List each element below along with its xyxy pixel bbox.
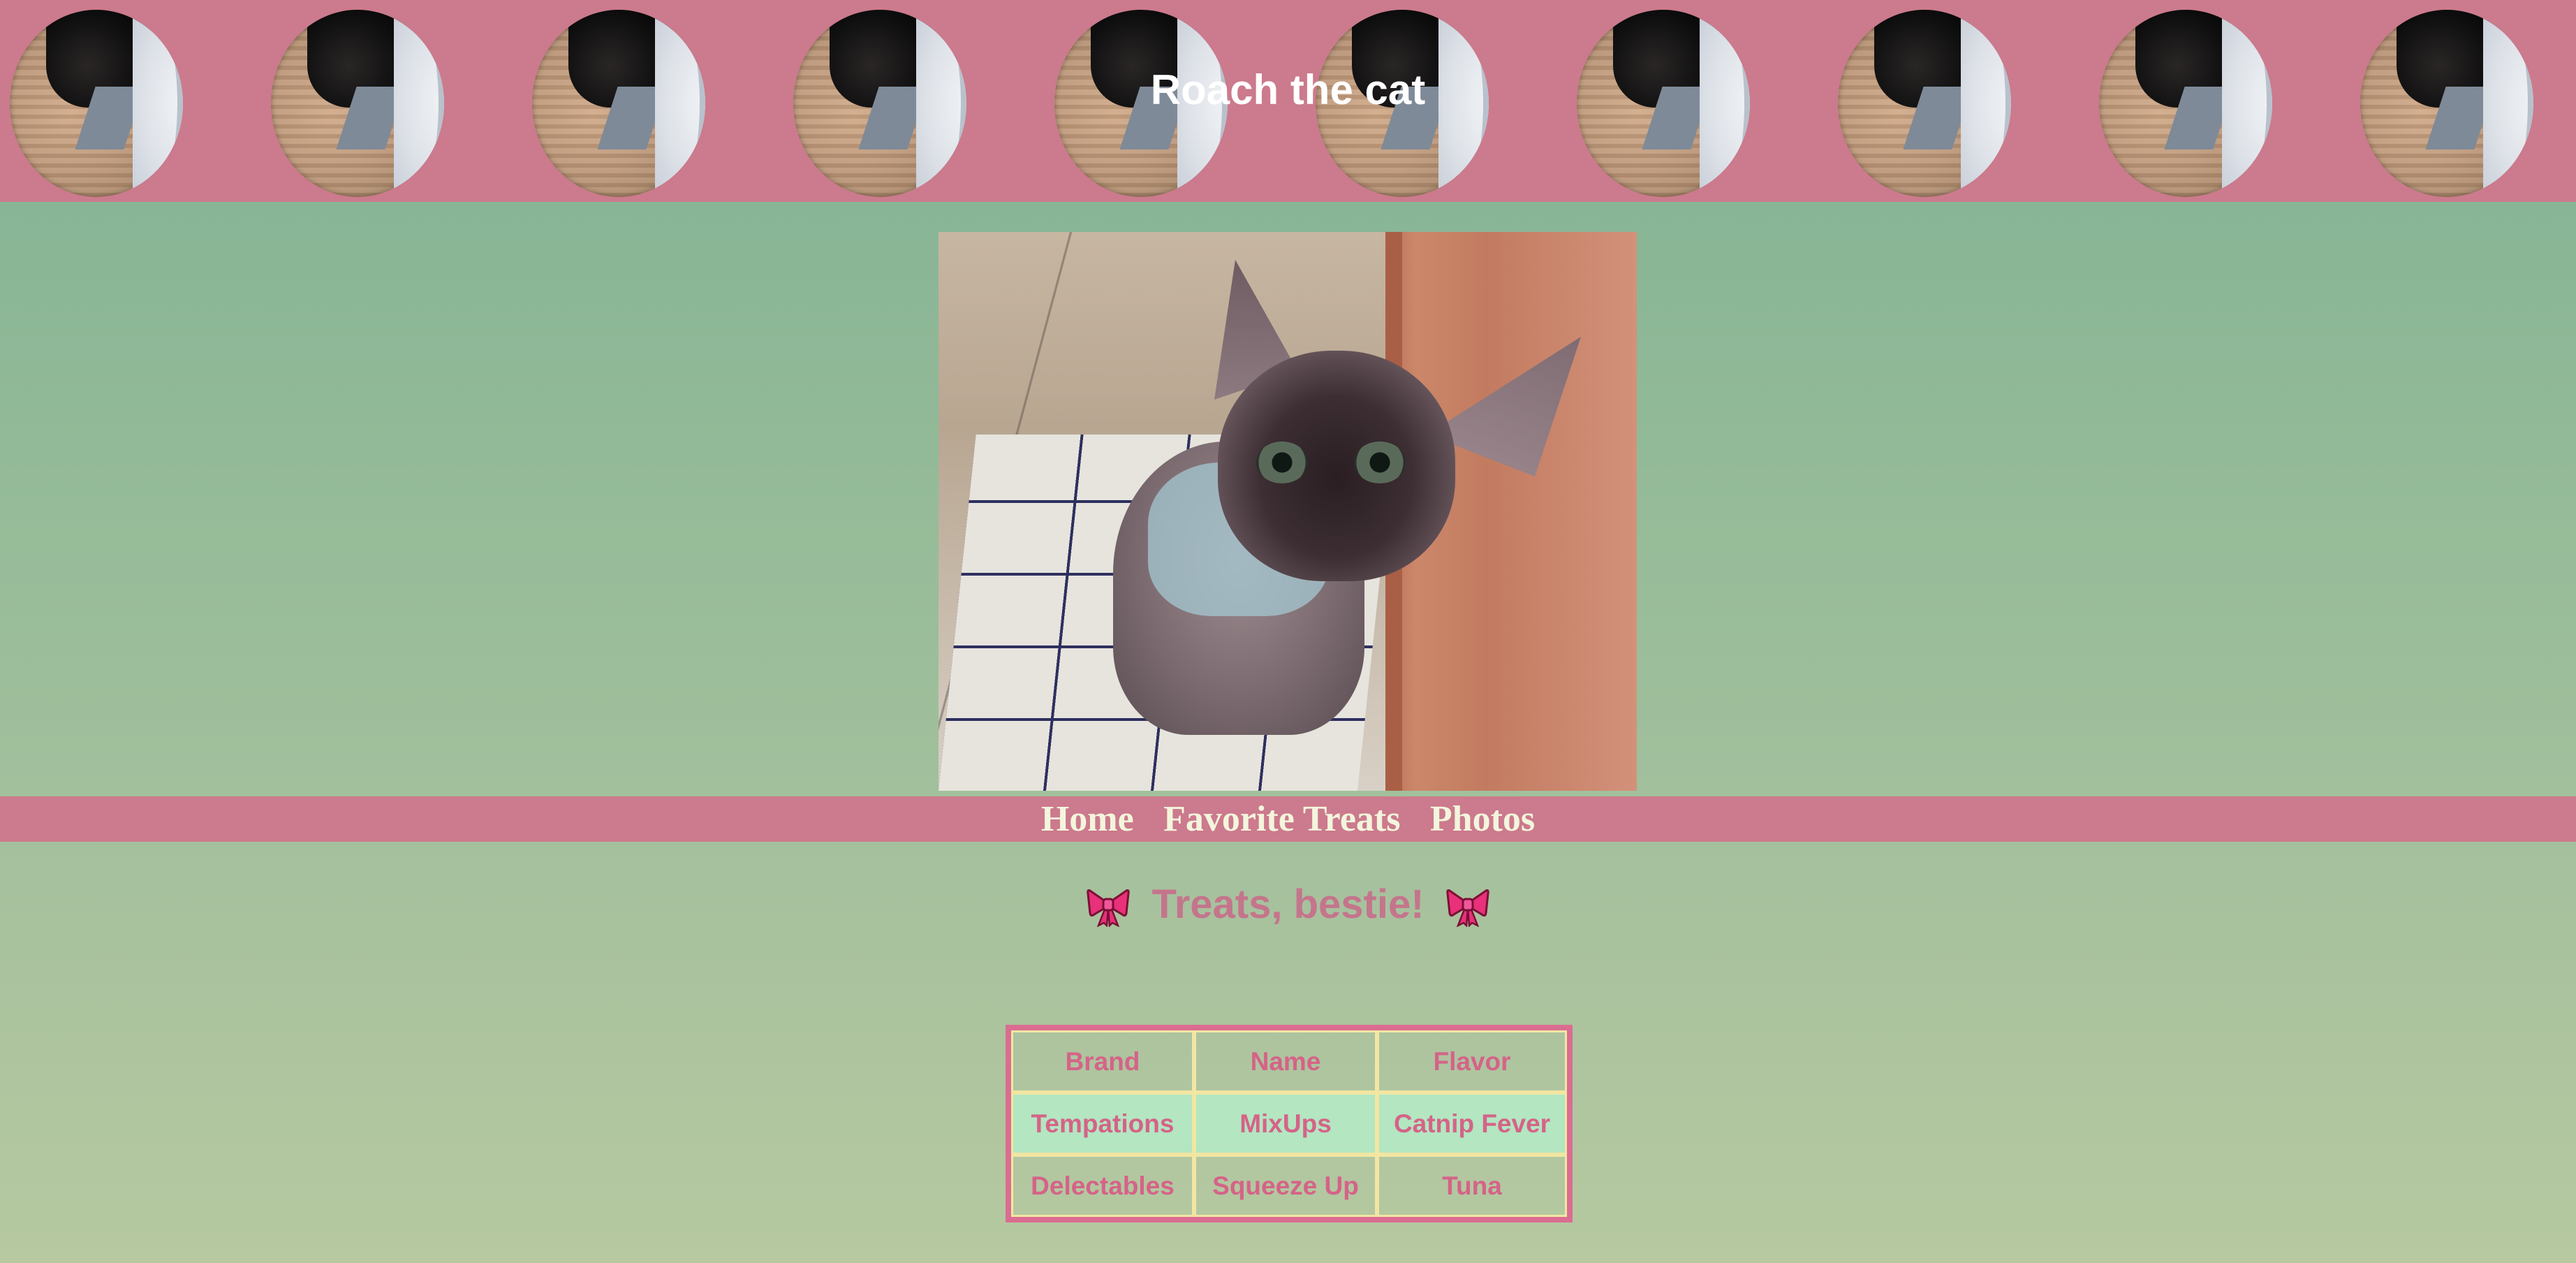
- heading-text: Treats, bestie!: [1151, 882, 1425, 927]
- table-cell: MixUps: [1194, 1093, 1377, 1155]
- table-cell: Delectables: [1011, 1155, 1194, 1217]
- site-title: Roach the cat: [1150, 66, 1426, 113]
- table-cell: Tuna: [1377, 1155, 1567, 1217]
- nav-bar: Home Favorite Treats Photos: [0, 796, 2576, 842]
- treats-table: Brand Name Flavor Tempations MixUps Catn…: [1006, 1025, 1573, 1222]
- table-row: Delectables Squeeze Up Tuna: [1011, 1155, 1567, 1217]
- nav-link-favorite-treats[interactable]: Favorite Treats: [1163, 796, 1400, 842]
- table-header-cell: Brand: [1011, 1030, 1194, 1093]
- cat-photo: [939, 232, 1637, 791]
- nav-link-photos[interactable]: Photos: [1430, 796, 1535, 842]
- table-header-cell: Name: [1194, 1030, 1377, 1093]
- table-cell: Tempations: [1011, 1093, 1194, 1155]
- ribbon-bow-icon: [1445, 889, 1489, 927]
- table-header-cell: Flavor: [1377, 1030, 1567, 1093]
- page-heading: Treats, bestie!: [0, 877, 2576, 933]
- header-banner: Roach the cat: [0, 0, 2576, 202]
- table-cell: Squeeze Up: [1194, 1155, 1377, 1217]
- nav-link-home[interactable]: Home: [1041, 796, 1134, 842]
- table-row: Tempations MixUps Catnip Fever: [1011, 1093, 1567, 1155]
- table-header-row: Brand Name Flavor: [1011, 1030, 1567, 1093]
- table-cell: Catnip Fever: [1377, 1093, 1567, 1155]
- ribbon-bow-icon: [1087, 889, 1131, 927]
